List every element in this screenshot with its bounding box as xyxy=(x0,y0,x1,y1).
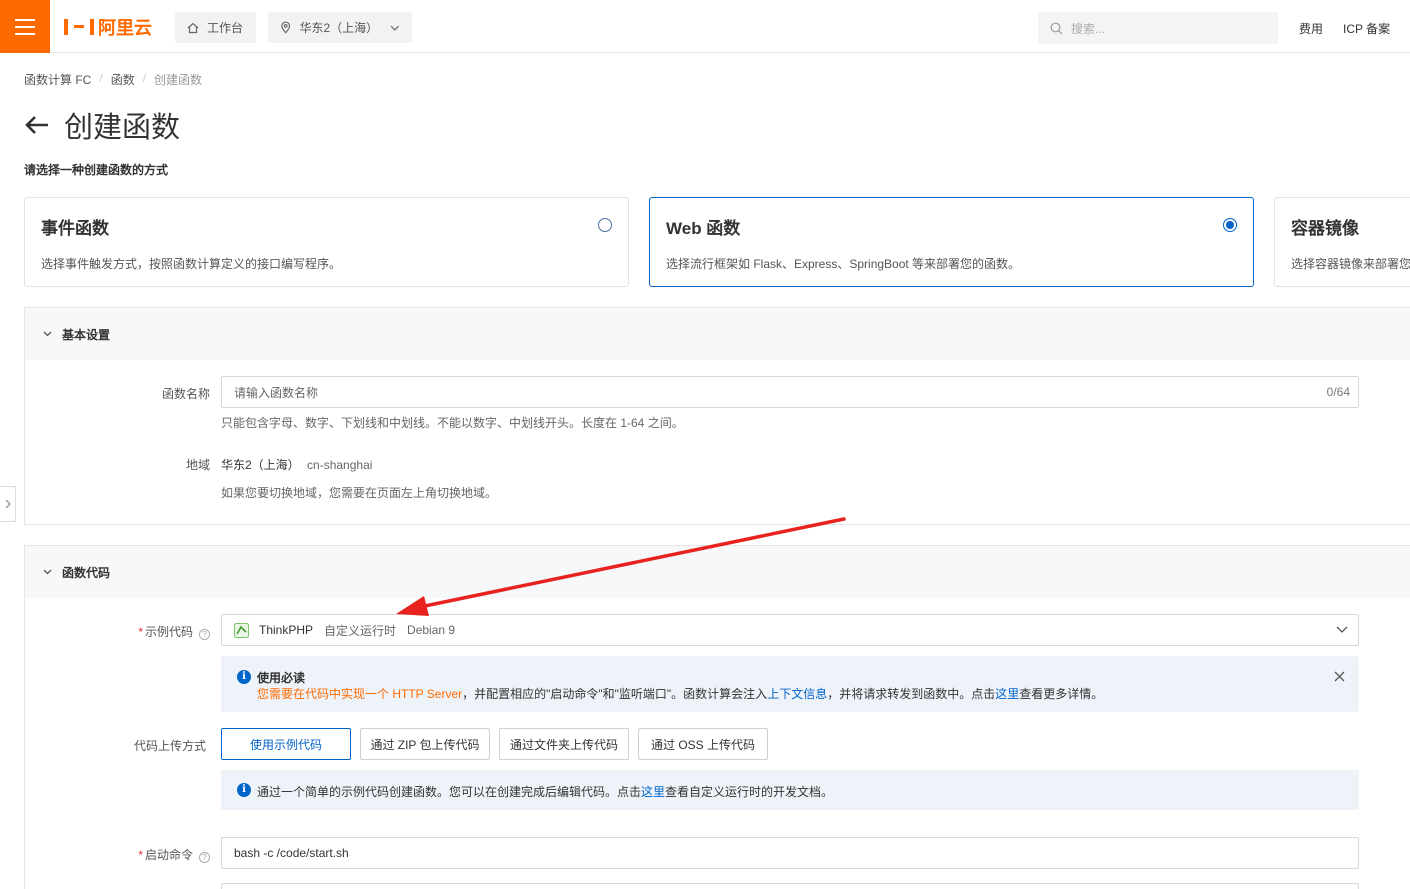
char-counter: 0/64 xyxy=(1326,385,1350,399)
upload-zip-button[interactable]: 通过 ZIP 包上传代码 xyxy=(360,728,490,760)
workbench-label: 工作台 xyxy=(207,21,244,35)
radio-web-function[interactable] xyxy=(1223,218,1237,232)
notice-text: 查看更多详情。 xyxy=(1019,687,1104,701)
notice-details-link[interactable]: 这里 xyxy=(995,687,1019,701)
function-name-placeholder: 请输入函数名称 xyxy=(234,385,319,400)
info-icon: i xyxy=(237,670,251,684)
card-title: 容器镜像 xyxy=(1291,219,1359,238)
upload-info-text-part: 通过一个简单的示例代码创建函数。您可以在创建完成后编辑代码。点击 xyxy=(257,785,642,799)
upload-oss-button[interactable]: 通过 OSS 上传代码 xyxy=(638,728,768,760)
card-web-function[interactable]: Web 函数 选择流行框架如 Flask、Express、SpringBoot … xyxy=(649,197,1254,287)
global-search-input[interactable]: 搜索... xyxy=(1038,12,1278,44)
notice-body: 您需要在代码中实现一个 HTTP Server，并配置相应的"启动命令"和"监听… xyxy=(257,685,1103,702)
breadcrumb: 函数计算 FC / 函数 / 创建函数 xyxy=(24,71,202,88)
chevron-right-icon xyxy=(5,499,11,509)
function-name-input[interactable]: 请输入函数名称 0/64 xyxy=(221,376,1359,408)
location-icon xyxy=(281,21,291,34)
function-name-hint: 只能包含字母、数字、下划线和中划线。不能以数字、中划线开头。长度在 1-64 之… xyxy=(221,416,684,430)
aliyun-logo[interactable]: 阿里云 xyxy=(64,16,152,38)
section-title: 函数代码 xyxy=(62,565,111,580)
breadcrumb-item-current: 创建函数 xyxy=(154,73,203,87)
runtime-docs-link[interactable]: 这里 xyxy=(641,785,665,799)
aliyun-logo-mark xyxy=(64,19,94,35)
billing-link[interactable]: 费用 xyxy=(1299,20,1323,37)
breadcrumb-item-functions[interactable]: 函数 xyxy=(111,71,135,88)
close-icon[interactable] xyxy=(1334,671,1345,682)
home-icon xyxy=(187,22,199,33)
top-navigation-bar: 阿里云 工作台 华东2（上海） 搜索... 费用 ICP 备案 xyxy=(0,0,1410,53)
menu-icon[interactable] xyxy=(0,0,50,53)
chevron-down-icon xyxy=(43,569,52,575)
upload-folder-button[interactable]: 通过文件夹上传代码 xyxy=(499,728,629,760)
sidebar-toggle[interactable] xyxy=(0,486,16,522)
region-name: 华东2（上海） xyxy=(221,458,300,472)
notice-text: ，并将请求转发到函数中。点击 xyxy=(827,687,996,701)
start-command-value: bash -c /code/start.sh xyxy=(234,846,349,860)
start-command-input[interactable]: bash -c /code/start.sh xyxy=(221,837,1359,869)
card-description: 选择流行框架如 Flask、Express、SpringBoot 等来部署您的函… xyxy=(666,257,1021,271)
page-header: 创建函数 xyxy=(24,104,180,146)
sample-code-label-text: 示例代码 xyxy=(144,625,193,639)
sample-runtime: 自定义运行时 xyxy=(324,623,397,638)
page-subtitle: 请选择一种创建函数的方式 xyxy=(24,163,169,177)
page-title: 创建函数 xyxy=(64,112,181,144)
sample-os: Debian 9 xyxy=(407,623,456,637)
notice-highlight: 您需要在代码中实现一个 HTTP Server xyxy=(257,687,463,701)
thinkphp-icon xyxy=(234,622,249,638)
notice-text: ，并配置相应的"启动命令"和"监听端口"。函数计算会注入 xyxy=(462,687,768,701)
region-field-label: 地域 xyxy=(185,458,210,472)
back-arrow-icon[interactable] xyxy=(24,114,50,136)
upload-info-text-part: 查看自定义运行时的开发文档。 xyxy=(665,785,834,799)
start-command-label-text: 启动命令 xyxy=(144,848,193,862)
search-icon xyxy=(1050,22,1063,34)
upload-sample-code-button[interactable]: 使用示例代码 xyxy=(221,728,351,760)
section-title: 基本设置 xyxy=(62,327,111,342)
card-container-image[interactable]: 容器镜像 选择容器镜像来部署您 xyxy=(1274,197,1410,287)
chevron-down-icon xyxy=(1336,626,1348,633)
help-icon[interactable]: ? xyxy=(199,629,210,640)
card-title: 事件函数 xyxy=(41,219,109,238)
info-icon: i xyxy=(237,783,251,797)
card-title: Web 函数 xyxy=(666,219,741,238)
region-value: 华东2（上海） cn-shanghai xyxy=(221,456,372,473)
required-mark: * xyxy=(138,625,143,639)
section-header-basic-settings[interactable]: 基本设置 xyxy=(25,308,1410,360)
sample-code-select[interactable]: ThinkPHP 自定义运行时 Debian 9 xyxy=(221,614,1359,646)
function-name-label: 函数名称 xyxy=(161,387,210,401)
radio-event-function[interactable] xyxy=(598,218,612,232)
region-selector[interactable]: 华东2（上海） xyxy=(268,12,412,43)
card-event-function[interactable]: 事件函数 选择事件触发方式，按照函数计算定义的接口编写程序。 xyxy=(24,197,629,287)
context-info-link[interactable]: 上下文信息 xyxy=(767,687,827,701)
breadcrumb-separator: / xyxy=(99,71,103,85)
required-mark: * xyxy=(138,848,143,862)
card-description: 选择容器镜像来部署您 xyxy=(1291,257,1410,271)
section-header-function-code[interactable]: 函数代码 xyxy=(25,546,1410,598)
region-hint: 如果您要切换地域，您需要在页面左上角切换地域。 xyxy=(221,486,498,500)
sample-name: ThinkPHP xyxy=(259,623,314,637)
breadcrumb-separator: / xyxy=(142,71,147,85)
start-command-label: * 启动命令? xyxy=(70,846,210,863)
region-label: 华东2（上海） xyxy=(299,21,379,35)
upload-info-alert: i 通过一个简单的示例代码创建函数。您可以在创建完成后编辑代码。点击这里查看自定… xyxy=(221,770,1359,810)
sample-code-label: * 示例代码? xyxy=(70,623,210,640)
logo-text: 阿里云 xyxy=(98,18,152,38)
chevron-down-icon xyxy=(43,331,52,337)
notice-title: 使用必读 xyxy=(257,671,306,685)
card-description: 选择事件触发方式，按照函数计算定义的接口编写程序。 xyxy=(41,257,342,271)
notice-alert: i 使用必读 您需要在代码中实现一个 HTTP Server，并配置相应的"启动… xyxy=(221,656,1359,712)
chevron-down-icon xyxy=(391,25,400,31)
help-icon[interactable]: ? xyxy=(199,852,210,863)
workbench-button[interactable]: 工作台 xyxy=(175,12,256,43)
upload-method-label: 代码上传方式 xyxy=(133,739,206,753)
icp-link[interactable]: ICP 备案 xyxy=(1343,20,1390,37)
search-placeholder: 搜索... xyxy=(1071,21,1106,36)
upload-info-text: 通过一个简单的示例代码创建函数。您可以在创建完成后编辑代码。点击这里查看自定义运… xyxy=(257,783,833,800)
breadcrumb-item-fc[interactable]: 函数计算 FC xyxy=(24,71,91,88)
next-field-input[interactable] xyxy=(221,883,1359,889)
region-code: cn-shanghai xyxy=(307,458,373,472)
